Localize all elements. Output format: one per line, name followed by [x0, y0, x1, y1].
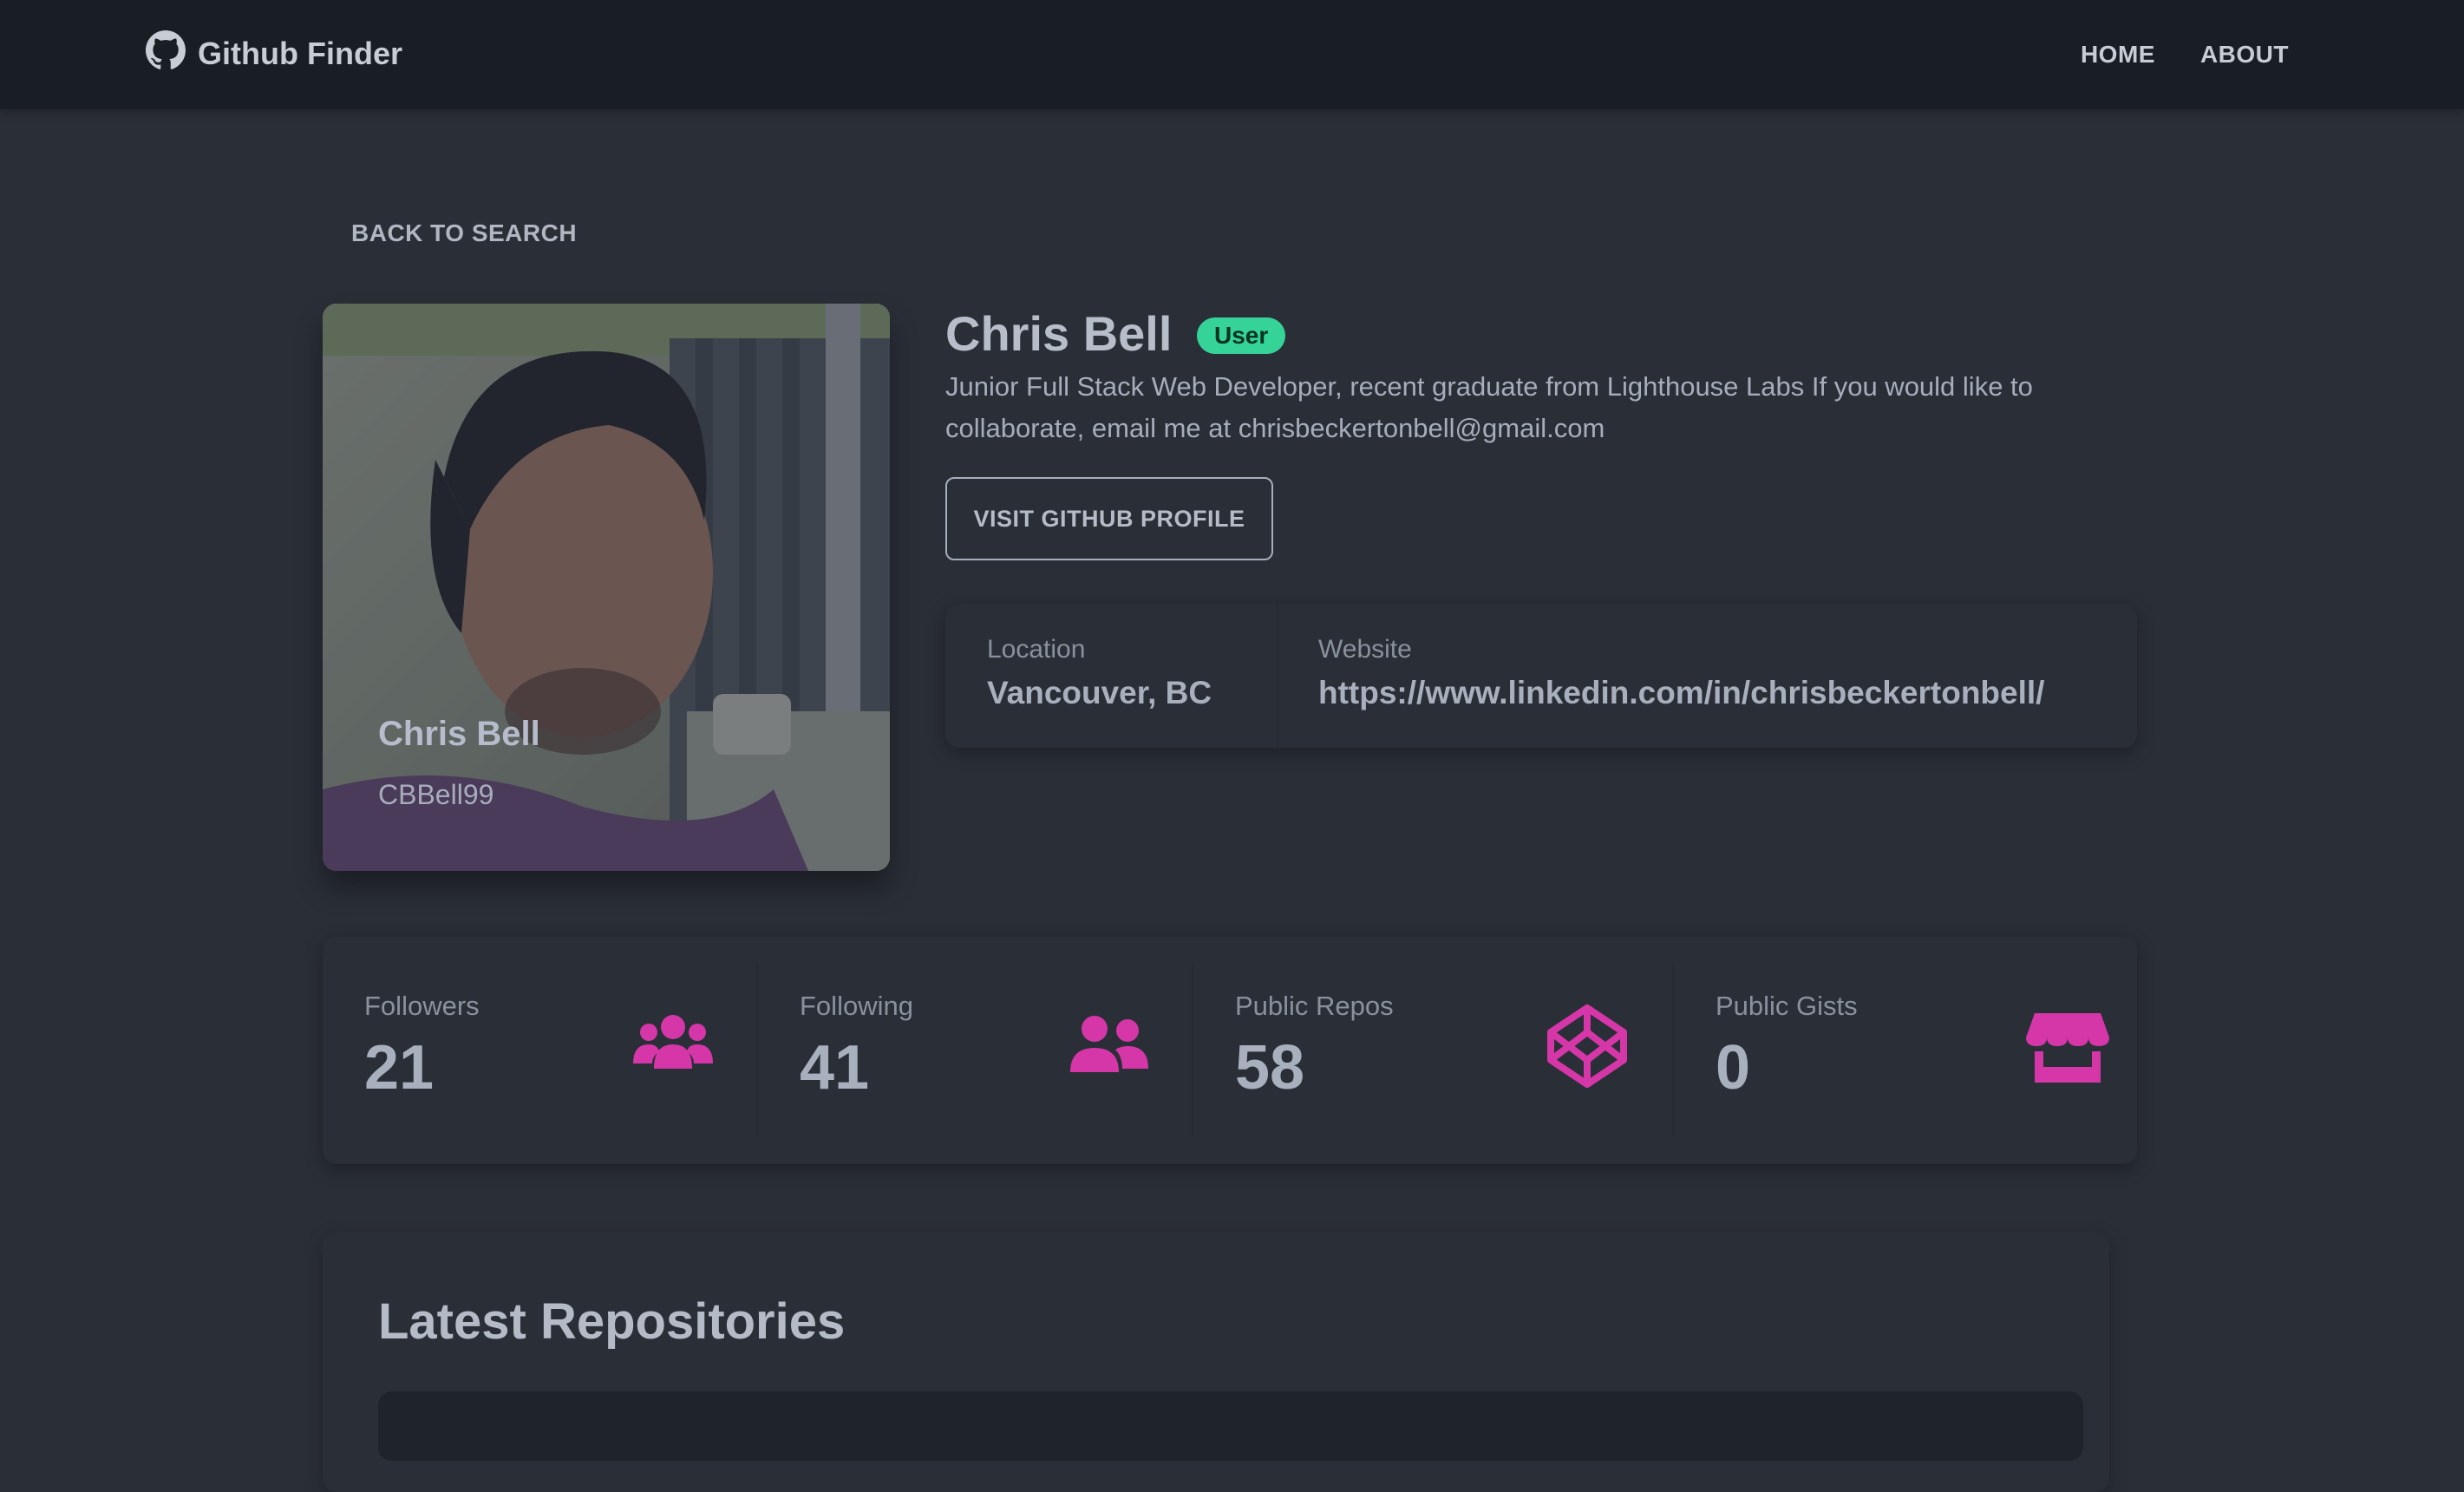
- public-gists-label: Public Gists: [1716, 991, 1858, 1021]
- website-link[interactable]: https://www.linkedin.com/in/chrisbeckert…: [1318, 675, 2044, 711]
- info-box: Location Vancouver, BC Website https://w…: [945, 604, 2137, 748]
- nav-links: HOME ABOUT: [2081, 35, 2289, 75]
- github-icon: [146, 29, 186, 78]
- public-gists-value: 0: [1716, 1033, 1751, 1103]
- repo-item[interactable]: [378, 1391, 2083, 1461]
- avatar-name: Chris Bell: [378, 715, 540, 753]
- avatar-card: Chris Bell CBBell99: [323, 304, 890, 871]
- avatar-login: CBBell99: [378, 779, 494, 810]
- followers-label: Followers: [364, 991, 480, 1021]
- public-repos-stat: Public Repos 58: [1193, 937, 1674, 1164]
- location-stat: Location Vancouver, BC: [987, 635, 1212, 711]
- nav-about-link[interactable]: ABOUT: [2200, 41, 2289, 69]
- website-stat: Website https://www.linkedin.com/in/chri…: [1318, 635, 2044, 711]
- users-icon: [633, 1015, 713, 1069]
- following-label: Following: [800, 991, 913, 1021]
- info-divider: [1277, 604, 1278, 748]
- latest-repos-title: Latest Repositories: [378, 1293, 846, 1350]
- location-value: Vancouver, BC: [987, 675, 1212, 710]
- public-gists-stat: Public Gists 0: [1674, 937, 2137, 1164]
- public-repos-label: Public Repos: [1235, 991, 1394, 1021]
- followers-value: 21: [364, 1033, 435, 1103]
- followers-stat: Followers 21: [323, 937, 758, 1164]
- visit-github-profile-button[interactable]: VISIT GITHUB PROFILE: [945, 477, 1273, 560]
- brand-link[interactable]: Github Finder: [146, 29, 402, 78]
- public-repos-value: 58: [1235, 1033, 1305, 1103]
- location-label: Location: [987, 635, 1086, 664]
- following-stat: Following 41: [758, 937, 1193, 1164]
- user-bio: Junior Full Stack Web Developer, recent …: [945, 371, 2033, 443]
- stats-panel: Followers 21 Following 41 Public Repos 5…: [323, 937, 2137, 1164]
- user-type-badge: User: [1197, 317, 1286, 354]
- brand-title: Github Finder: [198, 36, 402, 71]
- nav-home-link[interactable]: HOME: [2081, 41, 2155, 69]
- website-label: Website: [1318, 635, 1412, 664]
- latest-repos-section: Latest Repositories: [323, 1232, 2109, 1492]
- user-friends-icon: [1070, 1016, 1148, 1072]
- following-value: 41: [800, 1033, 870, 1103]
- codepen-icon: [1547, 1004, 1627, 1088]
- navbar: Github Finder HOME ABOUT: [0, 0, 2464, 109]
- back-to-search-button[interactable]: BACK TO SEARCH: [351, 219, 577, 247]
- store-icon: [2026, 1013, 2109, 1083]
- user-name: Chris Bell: [945, 306, 1173, 361]
